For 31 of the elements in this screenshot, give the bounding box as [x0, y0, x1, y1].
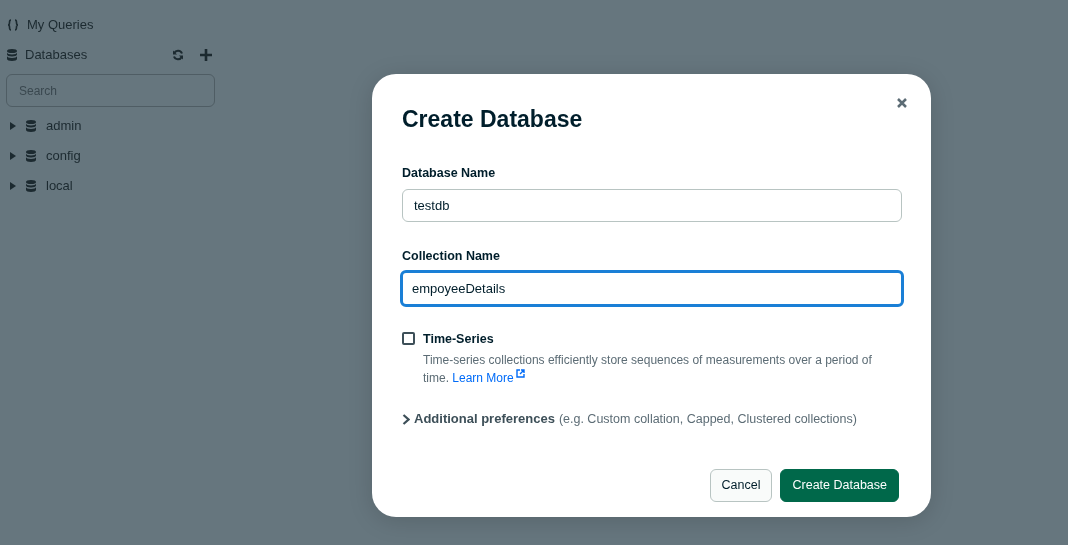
caret-icon[interactable]	[10, 182, 16, 190]
caret-icon[interactable]	[10, 122, 16, 130]
learn-more-link[interactable]: Learn More	[452, 371, 525, 386]
preferences-hint: (e.g. Custom collation, Capped, Clustered collections)	[558, 410, 857, 428]
field-label: Database Name	[402, 165, 497, 182]
caret-icon[interactable]	[10, 152, 16, 160]
create-database-button[interactable]: Create Database	[780, 468, 899, 502]
database-tree-item[interactable]: admin	[6, 111, 216, 141]
databases-link[interactable]: Databases	[25, 45, 88, 65]
cancel-button[interactable]: Cancel	[709, 468, 773, 502]
database-tree-item[interactable]: config	[6, 141, 216, 171]
additional-preferences-toggle[interactable]: Additional preferences	[414, 409, 555, 429]
checkbox[interactable]	[402, 331, 415, 345]
external-link-icon[interactable]	[515, 369, 525, 379]
text-field[interactable]: empoyeeDetails	[400, 269, 904, 307]
database-icon	[7, 49, 17, 61]
dialog-title: Create Database	[402, 105, 584, 134]
field-label: Collection Name	[402, 247, 501, 265]
refresh-icon[interactable]	[172, 49, 184, 61]
add-icon[interactable]	[200, 49, 212, 61]
database-icon	[26, 150, 36, 162]
chevron-icon[interactable]	[402, 413, 410, 425]
braces-icon	[7, 19, 19, 31]
database-tree-item[interactable]: local	[6, 171, 216, 201]
option-description: Time-series collections efficiently store sequences of measurements over a period of time. Learn More	[423, 352, 873, 388]
close-button[interactable]	[895, 96, 909, 110]
database-icon	[26, 120, 36, 132]
my-queries-link[interactable]: My Queries	[27, 15, 94, 35]
checkbox-label: Time-Series	[423, 330, 495, 348]
text-field[interactable]: testdb	[402, 188, 902, 222]
database-icon	[26, 180, 36, 192]
